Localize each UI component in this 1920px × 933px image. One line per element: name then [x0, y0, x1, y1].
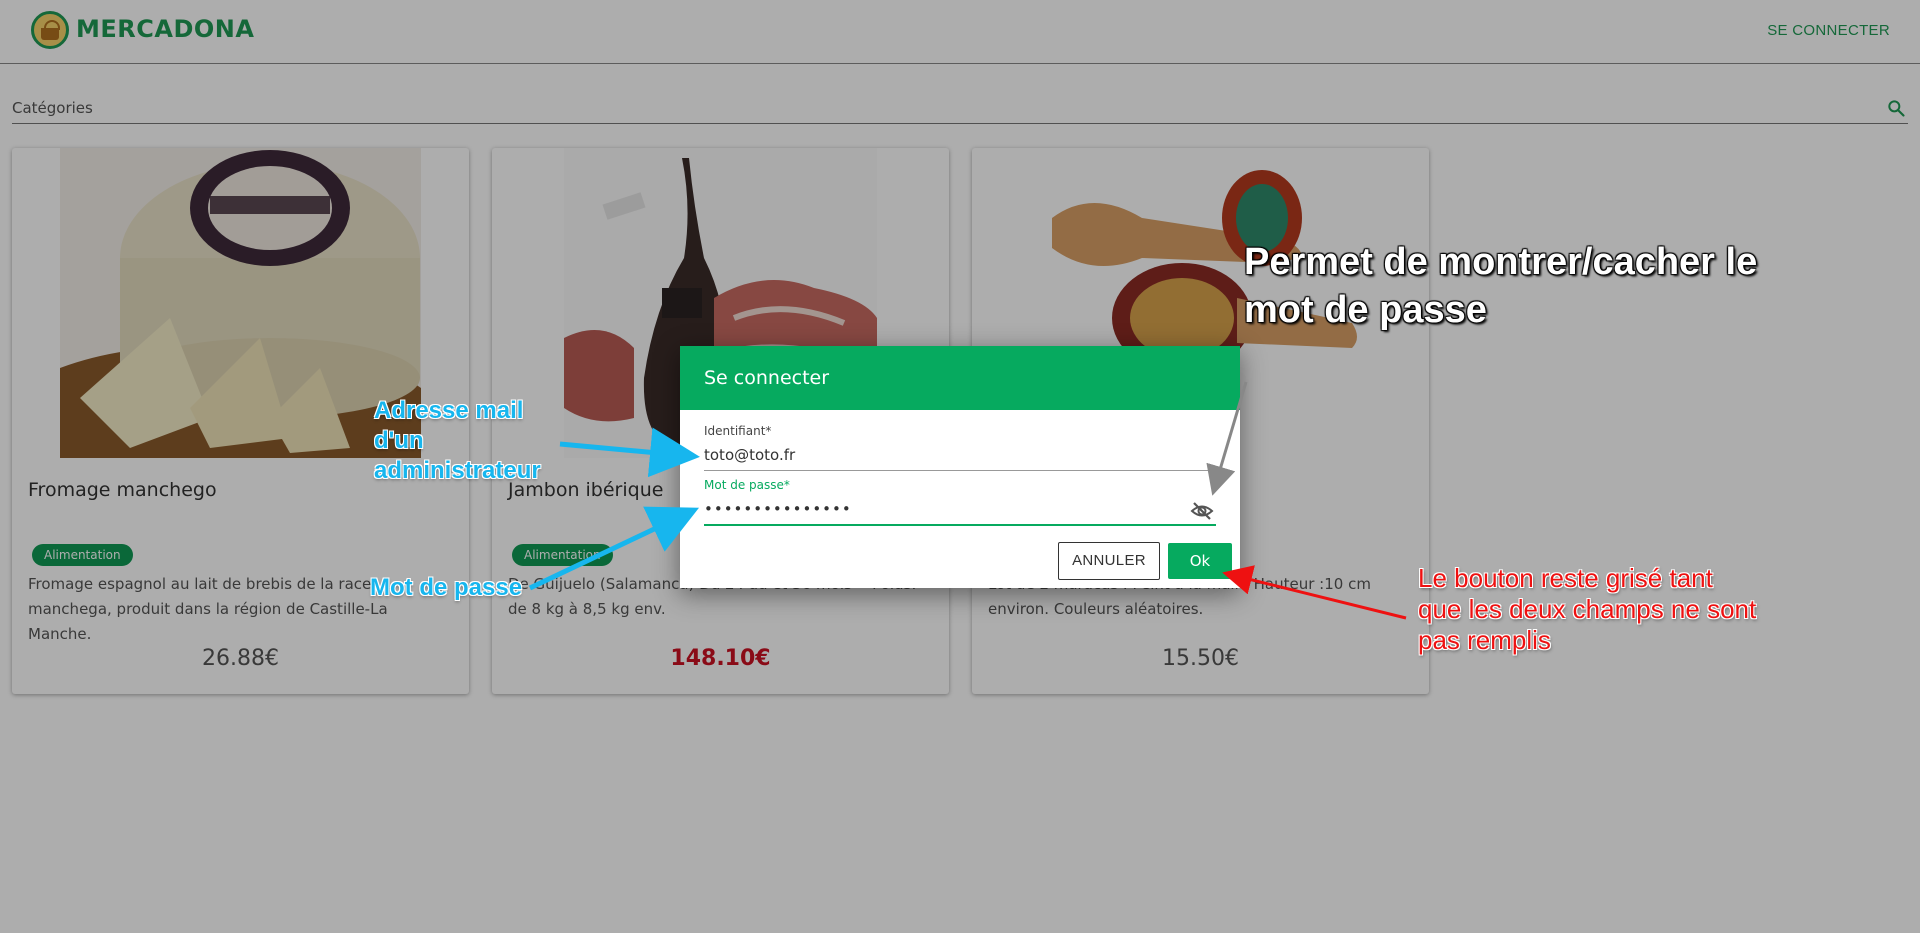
- password-input[interactable]: •••••••••••••••: [704, 500, 1216, 522]
- ok-button[interactable]: Ok: [1168, 543, 1232, 579]
- password-label: Mot de passe*: [704, 478, 790, 492]
- dialog-title: Se connecter: [680, 346, 1240, 410]
- login-label: Identifiant*: [704, 424, 772, 438]
- visibility-off-icon[interactable]: [1190, 499, 1214, 523]
- login-dialog: Se connecter Identifiant* toto@toto.fr M…: [680, 346, 1240, 588]
- password-underline: [704, 524, 1216, 526]
- login-input[interactable]: toto@toto.fr: [704, 446, 1216, 468]
- login-underline: [704, 470, 1216, 471]
- annotation-password: Mot de passe: [370, 574, 523, 601]
- cancel-button[interactable]: ANNULER: [1058, 542, 1160, 580]
- annotation-admin-email: Adresse mail d'un administrateur: [374, 397, 541, 484]
- annotation-toggle-password: Permet de montrer/cacher le mot de passe: [1244, 241, 1758, 331]
- annotation-button-disabled: Le bouton reste grisé tant que les deux …: [1418, 563, 1757, 655]
